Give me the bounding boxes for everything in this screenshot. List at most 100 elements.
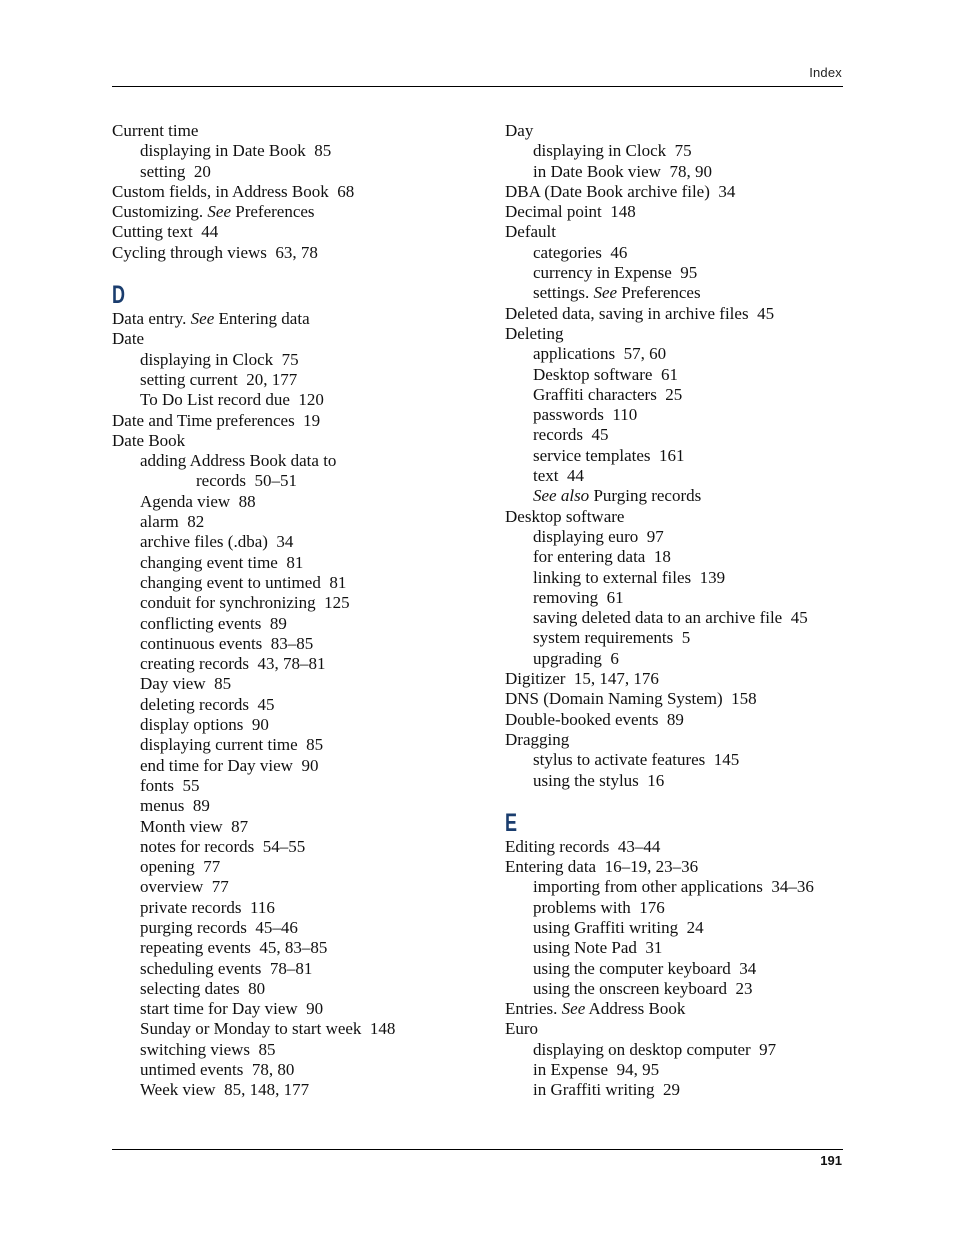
entry-text: switching views 85 <box>140 1039 276 1059</box>
index-subentry: changing event to untimed 81 <box>112 573 482 593</box>
entry-text: using the computer keyboard 34 <box>533 958 757 978</box>
entry-text: Deleting <box>505 323 564 343</box>
entry-text: overview 77 <box>140 877 229 897</box>
index-subentry: fonts 55 <box>112 776 482 796</box>
index-subentry: using the onscreen keyboard 23 <box>505 979 850 999</box>
index-subentry: using Note Pad 31 <box>505 938 850 958</box>
index-subentry: opening 77 <box>112 857 482 877</box>
entry-text: Graffiti characters 25 <box>533 384 683 404</box>
entry-text: conduit for synchronizing 125 <box>140 593 350 613</box>
entry-text: Editing records 43–44 <box>505 836 661 856</box>
entry-text: changing event time 81 <box>140 552 304 572</box>
see-reference-label: See <box>561 999 586 1019</box>
index-subentry: creating records 43, 78–81 <box>112 654 482 674</box>
index-subentry: overview 77 <box>112 877 482 897</box>
entry-text: Decimal point 148 <box>505 202 636 222</box>
index-subentry: settings. See Preferences <box>505 283 850 303</box>
index-subentry: end time for Day view 90 <box>112 756 482 776</box>
index-subentry: See also Purging records <box>505 486 850 506</box>
index-entry: Deleted data, saving in archive files 45 <box>505 304 850 324</box>
entry-text: private records 116 <box>140 897 275 917</box>
index-subentry: displaying current time 85 <box>112 735 482 755</box>
entry-text: untimed events 78, 80 <box>140 1060 295 1080</box>
entry-text: using Note Pad 31 <box>533 938 663 958</box>
entry-text: settings. <box>533 283 594 303</box>
section-letter-heading: E <box>505 808 518 837</box>
index-subentry: setting 20 <box>112 162 482 182</box>
see-reference-target: Purging records <box>589 486 702 506</box>
index-subentry: using the stylus 16 <box>505 771 850 791</box>
index-subentry: continuous events 83–85 <box>112 634 482 654</box>
entry-text: using Graffiti writing 24 <box>533 917 704 937</box>
index-entry: Day <box>505 121 850 141</box>
entry-text: for entering data 18 <box>533 547 671 567</box>
index-entry: Entering data 16–19, 23–36 <box>505 857 850 877</box>
entry-text: linking to external files 139 <box>533 567 726 587</box>
index-subentry: categories 46 <box>505 243 850 263</box>
entry-text: Entering data 16–19, 23–36 <box>505 857 699 877</box>
entry-text: display options 90 <box>140 715 269 735</box>
index-subentry: in Date Book view 78, 90 <box>505 162 850 182</box>
entry-text: Day view 85 <box>140 674 232 694</box>
section-letter-heading: D <box>112 281 126 310</box>
index-subentry: displaying on desktop computer 97 <box>505 1040 850 1060</box>
entry-text: setting current 20, 177 <box>140 369 298 389</box>
index-subentry: using the computer keyboard 34 <box>505 959 850 979</box>
index-subentry: records 50–51 <box>112 471 482 491</box>
index-subentry: using Graffiti writing 24 <box>505 918 850 938</box>
entry-text: To Do List record due 120 <box>140 390 324 410</box>
entry-text: currency in Expense 95 <box>533 263 698 283</box>
entry-text: displaying euro 97 <box>533 526 664 546</box>
index-subentry: saving deleted data to an archive file 4… <box>505 608 850 628</box>
index-subentry: currency in Expense 95 <box>505 263 850 283</box>
entry-text: categories 46 <box>533 242 628 262</box>
index-subentry: stylus to activate features 145 <box>505 750 850 770</box>
entry-text: Day <box>505 121 534 140</box>
index-subentry: in Expense 94, 95 <box>505 1060 850 1080</box>
index-subentry: displaying in Date Book 85 <box>112 141 482 161</box>
entry-text: Deleted data, saving in archive files 45 <box>505 303 775 323</box>
index-subentry: upgrading 6 <box>505 649 850 669</box>
index-subentry: displaying in Clock 75 <box>505 141 850 161</box>
entry-text: repeating events 45, 83–85 <box>140 938 328 958</box>
index-subentry: notes for records 54–55 <box>112 837 482 857</box>
index-entry: Cutting text 44 <box>112 222 482 242</box>
index-subentry: archive files (.dba) 34 <box>112 532 482 552</box>
entry-text: Current time <box>112 121 199 140</box>
entry-text: Data entry. <box>112 309 191 329</box>
entry-text: deleting records 45 <box>140 694 275 714</box>
index-subentry: records 45 <box>505 425 850 445</box>
see-reference-label: See <box>593 283 618 303</box>
entry-text: continuous events 83–85 <box>140 633 314 653</box>
index-entry: Deleting <box>505 324 850 344</box>
entry-text: passwords 110 <box>533 405 638 425</box>
entry-text: using the onscreen keyboard 23 <box>533 978 753 998</box>
entry-text: fonts 55 <box>140 775 200 795</box>
entry-text: start time for Day view 90 <box>140 999 324 1019</box>
entry-text: records 45 <box>533 425 609 445</box>
index-entry: Data entry. See Entering data <box>112 309 482 329</box>
entry-text: in Expense 94, 95 <box>533 1060 660 1080</box>
index-subentry: private records 116 <box>112 898 482 918</box>
entry-text: stylus to activate features 145 <box>533 750 740 770</box>
entry-text: changing event to untimed 81 <box>140 572 347 592</box>
index-entry: Double-booked events 89 <box>505 710 850 730</box>
see-reference-label: See <box>190 309 215 329</box>
entry-text: Customizing. <box>112 202 208 222</box>
entry-text: Month view 87 <box>140 816 249 836</box>
index-subentry: problems with 176 <box>505 898 850 918</box>
index-subentry: Month view 87 <box>112 817 482 837</box>
index-subentry: Desktop software 61 <box>505 365 850 385</box>
index-entry: Date and Time preferences 19 <box>112 411 482 431</box>
entry-text: purging records 45–46 <box>140 917 298 937</box>
footer-rule <box>112 1149 843 1150</box>
index-subentry: adding Address Book data to <box>112 451 482 471</box>
index-subentry: changing event time 81 <box>112 553 482 573</box>
entry-text: Desktop software 61 <box>533 364 678 384</box>
entry-text: notes for records 54–55 <box>140 836 306 856</box>
entry-text: importing from other applications 34–36 <box>533 877 814 897</box>
index-entry: Entries. See Address Book <box>505 999 850 1019</box>
index-subentry: Day view 85 <box>112 674 482 694</box>
index-subentry: linking to external files 139 <box>505 568 850 588</box>
entry-text: system requirements 5 <box>533 628 691 648</box>
